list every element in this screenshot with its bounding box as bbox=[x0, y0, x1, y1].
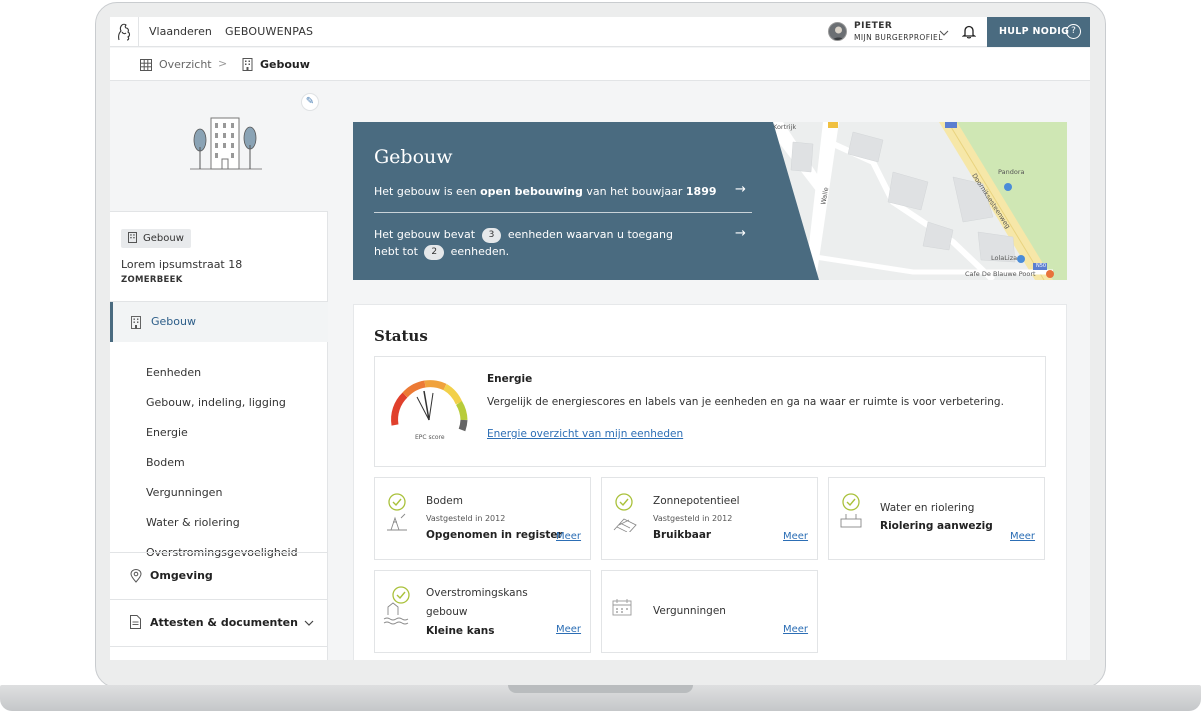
tile-title: Bodem bbox=[426, 495, 463, 507]
banner-building-type[interactable]: Het gebouw is een open bebouwing van het… bbox=[374, 185, 717, 198]
banner-text: eenheden. bbox=[450, 245, 510, 258]
energy-description: Vergelijk de energiescores en labels van… bbox=[487, 396, 1004, 408]
sidebar-divider bbox=[110, 599, 328, 600]
tile-value: Opgenomen in register bbox=[426, 529, 563, 541]
vlaanderen-lion-icon[interactable] bbox=[116, 22, 132, 42]
chevron-down-icon[interactable] bbox=[304, 620, 314, 627]
tile-more-link[interactable]: Meer bbox=[783, 531, 808, 542]
sidebar-item-attesten[interactable]: Attesten & documenten bbox=[150, 616, 298, 629]
sidebar-item-eenheden[interactable]: Eenheden bbox=[146, 366, 201, 379]
banner-year: 1899 bbox=[685, 185, 717, 198]
sidebar-divider bbox=[110, 646, 328, 647]
sidebar-item-gebouw[interactable]: Gebouw bbox=[110, 302, 328, 342]
banner-divider bbox=[374, 212, 752, 213]
banner-text: van het bouwjaar bbox=[582, 185, 686, 198]
app-name[interactable]: GEBOUWENPAS bbox=[225, 25, 313, 38]
building-icon bbox=[242, 58, 253, 71]
breadcrumb: Overzicht > Gebouw bbox=[110, 48, 1090, 81]
energy-overview-link[interactable]: Energie overzicht van mijn eenheden bbox=[487, 428, 683, 440]
soil-check-icon bbox=[387, 493, 407, 531]
banner-text-bold: open bebouwing bbox=[480, 185, 583, 198]
tile-title-line2: gebouw bbox=[426, 606, 468, 618]
building-banner: Kortrijk Walle Pandora Doorniksesteenweg… bbox=[353, 122, 1067, 280]
building-city: ZOMERBEEK bbox=[121, 275, 183, 285]
status-card: Status EPC score Energie Vergelijk de en… bbox=[353, 304, 1067, 660]
tile-overstromingskans[interactable]: Overstromingskans gebouw Kleine kans Mee… bbox=[374, 570, 591, 653]
banner-text: Het gebouw is een bbox=[374, 185, 481, 198]
arrow-right-icon[interactable]: → bbox=[735, 226, 746, 241]
grid-icon bbox=[140, 59, 152, 71]
chevron-down-icon[interactable] bbox=[939, 29, 949, 37]
tile-more-link[interactable]: Meer bbox=[1010, 531, 1035, 542]
solar-panel-check-icon bbox=[613, 493, 637, 532]
sidebar-item-energie[interactable]: Energie bbox=[146, 426, 188, 439]
tile-more-link[interactable]: Meer bbox=[556, 624, 581, 635]
user-avatar-icon bbox=[832, 26, 845, 40]
breadcrumb-separator: > bbox=[218, 57, 228, 70]
tile-value: Riolering aanwezig bbox=[880, 520, 993, 532]
user-name[interactable]: PIETER bbox=[854, 21, 892, 31]
units-count-badge: 3 bbox=[481, 228, 502, 243]
avatar[interactable] bbox=[828, 22, 847, 41]
banner-text: Het gebouw bevat bbox=[374, 228, 476, 241]
tile-value: Kleine kans bbox=[426, 625, 495, 637]
breadcrumb-overview[interactable]: Overzicht bbox=[159, 58, 212, 71]
sidebar-item-water-riolering[interactable]: Water & riolering bbox=[146, 516, 240, 529]
tile-bodem[interactable]: Bodem Vastgesteld in 2012 Opgenomen in r… bbox=[374, 477, 591, 560]
tile-more-link[interactable]: Meer bbox=[783, 624, 808, 635]
building-address: Lorem ipsumstraat 18 bbox=[121, 258, 243, 271]
sidebar-item-indeling[interactable]: Gebouw, indeling, ligging bbox=[146, 396, 286, 409]
flood-check-icon bbox=[383, 586, 410, 625]
tile-title: Water en riolering bbox=[880, 502, 975, 514]
help-button[interactable]: HULP NODIG ? bbox=[987, 17, 1090, 47]
banner-units[interactable]: Het gebouw bevat 3 eenheden waarvan u to… bbox=[374, 226, 694, 260]
epc-gauge-icon: EPC score bbox=[391, 380, 468, 441]
calendar-icon bbox=[612, 599, 632, 616]
building-illustration-icon bbox=[190, 117, 262, 170]
tile-subtitle: Vastgesteld in 2012 bbox=[426, 514, 506, 523]
sidebar-item-vergunningen[interactable]: Vergunningen bbox=[146, 486, 222, 499]
gauge-label: EPC score bbox=[415, 434, 445, 441]
tile-value: Bruikbaar bbox=[653, 529, 712, 541]
building-illustration-panel: ✎ bbox=[110, 82, 328, 212]
breadcrumb-current: Gebouw bbox=[260, 58, 310, 71]
banner-title: Gebouw bbox=[374, 146, 453, 168]
sidebar-item-label: Gebouw bbox=[151, 315, 196, 328]
arrow-right-icon[interactable]: → bbox=[735, 182, 746, 197]
user-profile-link[interactable]: MIJN BURGERPROFIEL bbox=[854, 33, 943, 42]
sidebar-item-omgeving[interactable]: Omgeving bbox=[150, 569, 213, 582]
brand-link[interactable]: Vlaanderen bbox=[149, 25, 212, 38]
sidebar-divider bbox=[110, 552, 328, 553]
tile-vergunningen[interactable]: Vergunningen Meer bbox=[601, 570, 818, 653]
status-title: Status bbox=[374, 327, 428, 345]
location-pin-icon bbox=[130, 569, 142, 583]
top-bar: Vlaanderen GEBOUWENPAS PIETER MIJN BURGE… bbox=[110, 17, 1090, 47]
tile-subtitle: Vastgesteld in 2012 bbox=[653, 514, 733, 523]
tile-zonnepotentieel[interactable]: Zonnepotentieel Vastgesteld in 2012 Brui… bbox=[601, 477, 818, 560]
topbar-separator bbox=[138, 17, 139, 47]
app-screen: Vlaanderen GEBOUWENPAS PIETER MIJN BURGE… bbox=[110, 17, 1090, 660]
bell-icon[interactable] bbox=[962, 24, 976, 39]
tile-title: Vergunningen bbox=[653, 605, 726, 617]
tile-title: Overstromingskans bbox=[426, 587, 528, 599]
accessible-units-badge: 2 bbox=[424, 245, 445, 260]
sidebar: ✎ Gebouw Lorem ipsumstraat 18 ZOMERBEEK … bbox=[110, 82, 328, 660]
document-icon bbox=[130, 615, 141, 629]
building-icon bbox=[128, 232, 137, 243]
sidebar-item-bodem[interactable]: Bodem bbox=[146, 456, 185, 469]
building-icon bbox=[131, 316, 141, 329]
sewer-check-icon bbox=[840, 493, 862, 528]
edit-icon[interactable]: ✎ bbox=[301, 93, 319, 111]
building-tag-label: Gebouw bbox=[143, 233, 184, 244]
energy-panel: EPC score Energie Vergelijk de energiesc… bbox=[374, 356, 1046, 467]
tile-more-link[interactable]: Meer bbox=[556, 531, 581, 542]
building-tag: Gebouw bbox=[121, 229, 191, 248]
tile-title: Zonnepotentieel bbox=[653, 495, 740, 507]
tile-water-riolering[interactable]: Water en riolering Riolering aanwezig Me… bbox=[828, 477, 1045, 560]
energy-title: Energie bbox=[487, 373, 533, 385]
question-icon: ? bbox=[1066, 24, 1081, 39]
laptop-notch bbox=[508, 685, 693, 693]
help-label: HULP NODIG bbox=[999, 26, 1070, 37]
